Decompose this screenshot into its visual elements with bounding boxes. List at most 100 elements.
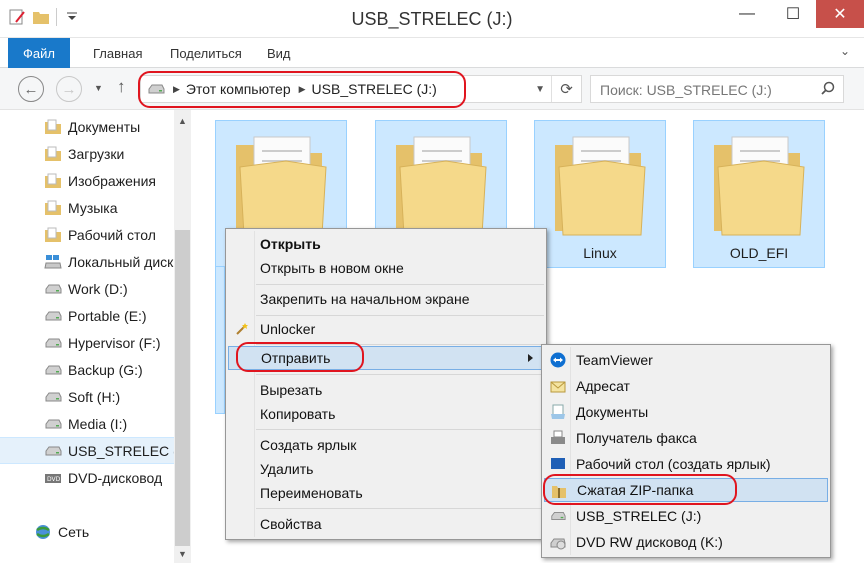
tab-home[interactable]: Главная [93, 46, 142, 61]
folder-item-linux[interactable]: Linux [534, 120, 666, 268]
tab-file[interactable]: Файл [8, 38, 70, 68]
send-to-mail-recipient[interactable]: Адресат [544, 374, 828, 398]
menu-item-open[interactable]: Открыть [228, 232, 544, 256]
menu-divider [256, 508, 544, 509]
send-to-usb-strelec[interactable]: USB_STRELEC (J:) [544, 504, 828, 528]
arrow-up-icon: ↑ [117, 77, 126, 96]
nav-item-label: Локальный диск [68, 253, 174, 270]
documents-folder-icon [44, 119, 62, 135]
nav-item-music[interactable]: Музыка [0, 194, 174, 221]
nav-item-label: Portable (E:) [68, 307, 147, 324]
send-to-teamviewer[interactable]: TeamViewer [544, 348, 828, 372]
folder-name: OLD_EFI [729, 245, 789, 261]
send-to-submenu: TeamViewer Адресат Документы Получатель … [541, 344, 831, 558]
menu-item-create-shortcut[interactable]: Создать ярлык [228, 433, 544, 457]
menu-item-cut[interactable]: Вырезать [228, 378, 544, 402]
send-to-dvd-rw[interactable]: DVD RW дисковод (K:) [544, 530, 828, 554]
dvd-rw-drive-icon [550, 538, 566, 550]
nav-item-label: DVD-дисковод [68, 469, 163, 486]
nav-item-documents[interactable]: Документы [0, 113, 174, 140]
menu-item-label: TeamViewer [576, 352, 653, 368]
desktop-folder-icon [44, 227, 62, 243]
folder-icon [390, 131, 490, 241]
nav-item-backup-g[interactable]: Backup (G:) [0, 356, 174, 383]
menu-item-label: Открыть [260, 236, 321, 252]
arrow-right-icon: → [61, 80, 77, 98]
drive-icon [44, 389, 62, 405]
menu-item-label: Вырезать [260, 382, 323, 398]
refresh-icon: ⟳ [560, 81, 573, 98]
nav-item-desktop[interactable]: Рабочий стол [0, 221, 174, 248]
nav-item-media-i[interactable]: Media (I:) [0, 410, 174, 437]
menu-item-label: Unlocker [260, 321, 316, 337]
nav-item-network[interactable]: Сеть [0, 518, 174, 545]
menu-item-rename[interactable]: Переименовать [228, 481, 544, 505]
close-button[interactable]: ✕ [816, 0, 864, 28]
context-menu: Открыть Открыть в новом окне Закрепить н… [225, 228, 547, 540]
tab-share[interactable]: Поделиться [170, 46, 242, 61]
menu-divider [256, 315, 544, 316]
nav-item-hypervisor-f[interactable]: Hypervisor (F:) [0, 329, 174, 356]
minimize-button[interactable]: — [724, 0, 770, 28]
address-highlight-ring [138, 71, 466, 108]
nav-item-label: Hypervisor (F:) [68, 334, 161, 351]
nav-item-dvd-drive[interactable]: DVD DVD-дисковод [0, 464, 174, 491]
nav-pane-scrollbar[interactable]: ▲ ▼ [174, 110, 191, 563]
menu-item-delete[interactable]: Удалить [228, 457, 544, 481]
drive-icon [44, 281, 62, 297]
zip-folder-highlight-ring [543, 474, 737, 505]
menu-item-label: Открыть в новом окне [260, 260, 404, 276]
unlocker-wand-icon [236, 323, 248, 335]
usb-drive-icon [44, 443, 62, 459]
menu-item-open-new-window[interactable]: Открыть в новом окне [228, 256, 544, 280]
folder-item-partial[interactable] [215, 266, 225, 414]
drive-icon [44, 308, 62, 324]
refresh-button[interactable]: ⟳ [551, 76, 581, 102]
search-box[interactable]: Поиск: USB_STRELEC (J:) [590, 75, 844, 103]
svg-text:DVD: DVD [47, 476, 61, 483]
documents-library-icon [551, 404, 565, 419]
menu-item-label: Свойства [260, 516, 322, 532]
nav-item-downloads[interactable]: Загрузки [0, 140, 174, 167]
nav-item-label: Work (D:) [68, 280, 128, 297]
nav-item-label: Сеть [58, 523, 90, 540]
send-to-documents[interactable]: Документы [544, 400, 828, 424]
menu-item-properties[interactable]: Свойства [228, 512, 544, 536]
folder-icon [230, 131, 330, 241]
nav-item-label: Музыка [68, 199, 118, 216]
menu-item-pin-start[interactable]: Закрепить на начальном экране [228, 287, 544, 311]
scrollbar-thumb[interactable] [175, 230, 190, 546]
address-dropdown-icon[interactable]: ▼ [535, 84, 545, 95]
nav-item-pictures[interactable]: Изображения [0, 167, 174, 194]
menu-item-label: Удалить [260, 461, 314, 477]
menu-item-copy[interactable]: Копировать [228, 402, 544, 426]
scroll-down-icon[interactable]: ▼ [174, 549, 191, 559]
nav-item-portable-e[interactable]: Portable (E:) [0, 302, 174, 329]
folder-item-old-efi[interactable]: OLD_EFI [693, 120, 825, 268]
send-to-fax-recipient[interactable]: Получатель факса [544, 426, 828, 450]
tab-view[interactable]: Вид [267, 46, 291, 61]
maximize-button[interactable]: ☐ [770, 0, 816, 28]
menu-item-label: Копировать [260, 406, 336, 422]
nav-item-label: Изображения [68, 172, 156, 189]
nav-item-soft-h[interactable]: Soft (H:) [0, 383, 174, 410]
up-button[interactable]: ↑ [117, 77, 126, 97]
recent-locations-chevron-icon[interactable]: ▼ [94, 83, 103, 93]
nav-item-label: Backup (G:) [68, 361, 143, 378]
scroll-up-icon[interactable]: ▲ [174, 116, 191, 126]
navigation-pane: Документы Загрузки Изображения Музыка Ра… [0, 110, 195, 563]
submenu-arrow-icon [528, 354, 533, 362]
back-button[interactable]: ← [18, 76, 44, 102]
folder-name: Linux [583, 245, 617, 261]
nav-item-work-d[interactable]: Work (D:) [0, 275, 174, 302]
forward-button[interactable]: → [56, 76, 82, 102]
menu-divider [256, 429, 544, 430]
nav-item-usb-strelec-j[interactable]: USB_STRELEC (J:) [0, 437, 174, 464]
ribbon-expand-icon[interactable]: ⌄ [840, 44, 850, 58]
send-to-desktop-shortcut[interactable]: Рабочий стол (создать ярлык) [544, 452, 828, 476]
nav-item-local-disk[interactable]: Локальный диск [0, 248, 174, 275]
title-bar: USB_STRELEC (J:) — ☐ ✕ [0, 0, 864, 38]
menu-item-unlocker[interactable]: Unlocker [228, 317, 544, 341]
window-controls: — ☐ ✕ [724, 0, 864, 28]
search-icon[interactable] [821, 81, 835, 95]
